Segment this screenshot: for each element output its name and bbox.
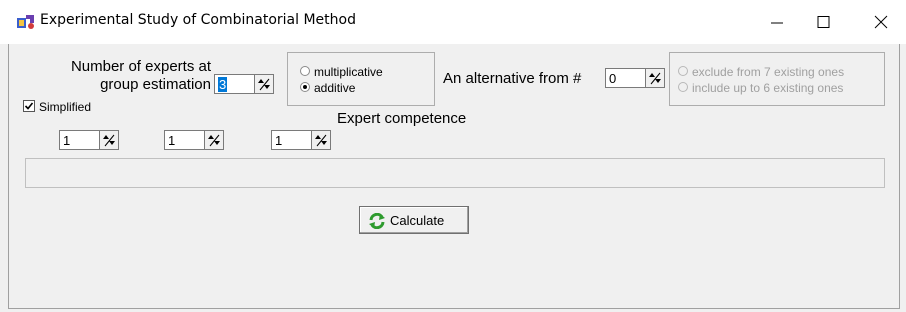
alternative-input[interactable]: 0 (605, 68, 645, 88)
alternative-spinner[interactable]: 0 (605, 68, 665, 90)
mode-radio-group: multiplicative additive (287, 52, 435, 106)
spin-arrows-icon (103, 134, 115, 147)
spin-arrows-icon (258, 78, 270, 91)
radio-dot (678, 82, 688, 92)
competence-spin-buttons-2[interactable] (204, 130, 224, 150)
radio-additive-label: additive (314, 81, 356, 95)
checkmark-icon (24, 102, 34, 110)
progress-bar (25, 158, 885, 188)
competence-input-1[interactable]: 1 (59, 130, 99, 150)
experts-spin-buttons[interactable] (254, 74, 274, 94)
experts-value: 3 (218, 77, 228, 92)
experts-spinner[interactable]: 3 (214, 74, 274, 96)
experts-input[interactable]: 3 (214, 74, 254, 94)
close-button[interactable] (858, 0, 904, 44)
alternative-spin-buttons[interactable] (645, 68, 665, 88)
radio-dot (300, 66, 310, 76)
competence-spin-buttons-1[interactable] (99, 130, 119, 150)
radio-dot (300, 82, 310, 92)
simplified-checkbox[interactable] (23, 100, 35, 112)
experts-label-line1: Number of experts at (70, 58, 211, 75)
existing-radio-group: exclude from 7 existing ones include up … (669, 52, 885, 106)
spin-arrows-icon (315, 134, 327, 147)
minimize-button[interactable] (754, 0, 800, 44)
spin-arrows-icon (208, 134, 220, 147)
competence-label: Expert competence (337, 110, 467, 127)
radio-dot (678, 66, 688, 76)
minimize-icon (771, 22, 783, 24)
refresh-icon (368, 212, 386, 234)
competence-spinner-2[interactable]: 1 (164, 130, 224, 152)
competence-input-2[interactable]: 1 (164, 130, 204, 150)
simplified-label: Simplified (39, 100, 92, 114)
spin-arrows-icon (649, 72, 661, 85)
competence-input-3[interactable]: 1 (271, 130, 311, 150)
title-bar: Experimental Study of Combinatorial Meth… (0, 0, 906, 44)
alternative-label: An alternative from # (443, 70, 582, 87)
radio-include-label: include up to 6 existing ones (692, 81, 844, 95)
radio-multiplicative-label: multiplicative (314, 65, 383, 79)
competence-spin-buttons-3[interactable] (311, 130, 331, 150)
app-icon (16, 13, 36, 31)
calculate-button[interactable]: Calculate (359, 206, 469, 234)
calculate-label: Calculate (390, 213, 445, 228)
experts-label-line2: group estimation (100, 76, 211, 93)
maximize-icon (817, 16, 830, 28)
radio-exclude-label: exclude from 7 existing ones (692, 65, 845, 79)
competence-spinner-1[interactable]: 1 (59, 130, 119, 152)
close-icon (874, 15, 888, 29)
dialog-client-area: Number of experts at group estimation 3 … (8, 44, 900, 309)
maximize-button[interactable] (800, 0, 846, 44)
window-title: Experimental Study of Combinatorial Meth… (40, 12, 356, 28)
competence-spinner-3[interactable]: 1 (271, 130, 331, 152)
